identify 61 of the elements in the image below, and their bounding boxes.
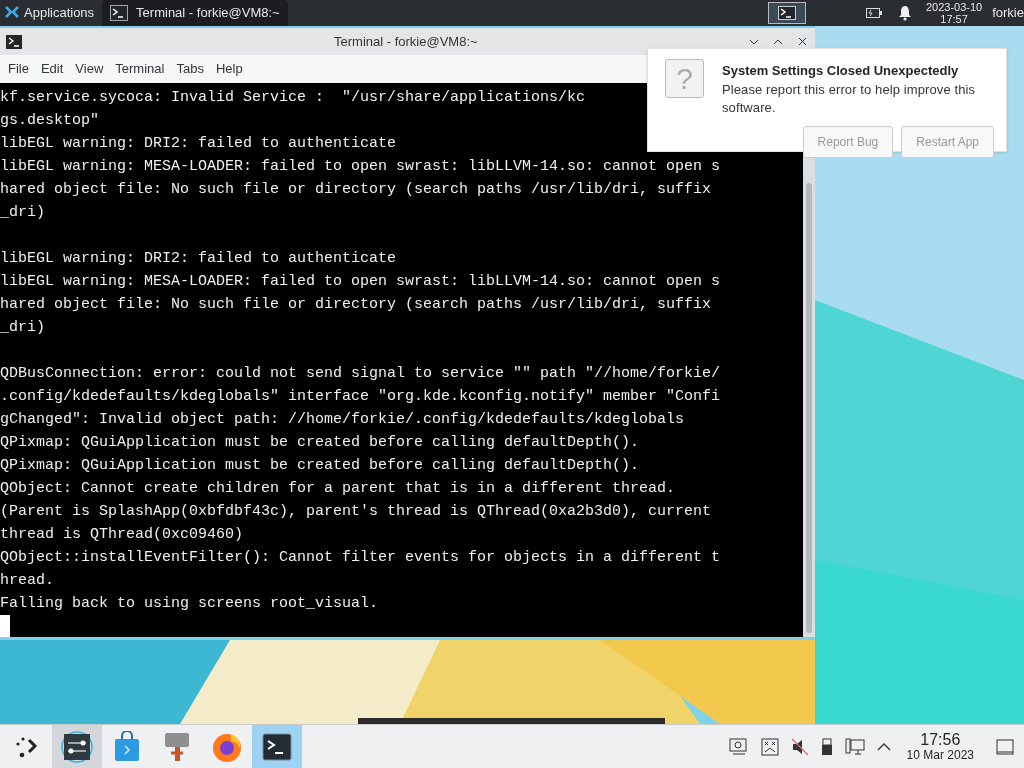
- menu-item[interactable]: Help: [209, 55, 249, 83]
- menu-item[interactable]: View: [69, 55, 110, 83]
- chevron-down-icon: [749, 38, 759, 45]
- terminal-line: Falling back to using screens root_visual.: [0, 594, 379, 614]
- hammer-icon: [164, 730, 190, 763]
- close-icon: [797, 37, 807, 46]
- terminal-icon: [6, 34, 22, 49]
- terminal-line: libEGL warning: MESA-LOADER: failed to open swrast: libLLVM-14.so: cannot open s: [0, 157, 721, 177]
- terminal-icon: [777, 6, 796, 20]
- question-icon: ?: [665, 59, 704, 98]
- menu-item[interactable]: Terminal: [109, 55, 171, 83]
- terminal-line: thread is QThread(0xc09460): [0, 525, 244, 545]
- terminal-line: gs.desktop": [0, 111, 100, 131]
- terminal-line: .config/kdedefaults/kdeglobals" interface "org.kde.kconfig.notify" member "Confi: [0, 387, 721, 407]
- menu-item[interactable]: Tabs: [170, 55, 210, 83]
- terminal-line: QDBusConnection: error: could not send signal to service "" path "//home/forkie/: [0, 364, 721, 384]
- chevron-up-icon[interactable]: [876, 741, 891, 752]
- muted-speaker-icon[interactable]: [790, 737, 809, 756]
- show-desktop-icon[interactable]: [996, 738, 1014, 755]
- task-button[interactable]: Terminal - forkie@VM8:~: [102, 0, 288, 26]
- usb-drive-icon[interactable]: [820, 737, 833, 756]
- terminal-line: hared object file: No such file or directory (search paths /usr/lib/dri, suffix: [0, 180, 712, 200]
- terminal-line: QPixmap: QGuiApplication must be created before calling defaultDepth().: [0, 433, 640, 453]
- notification-message: Please report this error to help improve this software.: [722, 80, 977, 117]
- terminal-line: libEGL warning: DRI2: failed to authenticate: [0, 249, 397, 269]
- terminal-line: _dri): [0, 203, 45, 223]
- menu-item[interactable]: Edit: [34, 55, 70, 83]
- taskbar-app-button[interactable]: [252, 725, 302, 768]
- battery-icon[interactable]: [865, 7, 882, 19]
- terminal-line: gChanged": Invalid object path: //home/forkie/.config/kdedefaults/kdeglobals: [0, 410, 685, 430]
- taskbar-app-button[interactable]: [52, 725, 102, 768]
- window-title: Terminal - forkie@VM8:~: [334, 32, 478, 51]
- user-name[interactable]: forkie: [992, 3, 1024, 23]
- terminal-line: QObject: Cannot create children for a parent that is in a different thread.: [0, 479, 676, 499]
- chevron-up-icon: [773, 38, 783, 45]
- settings-icon: [61, 730, 93, 763]
- terminal-line: kf.service.sycoca: Invalid Service : "/usr/share/applications/kc: [0, 88, 586, 108]
- terminal-line: hread.: [0, 571, 54, 591]
- terminal-line: (Parent is SplashApp(0xbfdbf43c), parent's thread is QThread(0xa2b3d0), current: [0, 502, 712, 522]
- notification-title: System Settings Closed Unexpectedly: [722, 62, 960, 80]
- bell-icon[interactable]: [897, 5, 912, 21]
- clock-date[interactable]: 10 Mar 2023: [906, 749, 974, 761]
- text-cursor: [0, 615, 10, 637]
- terminal-line: QObject::installEventFilter(): Cannot filter events for objects in a different t: [0, 548, 721, 568]
- bag-icon: [113, 730, 141, 763]
- network-icon[interactable]: [844, 737, 865, 756]
- clock-time[interactable]: 17:56: [920, 732, 961, 748]
- pager[interactable]: [767, 2, 806, 24]
- clock-date[interactable]: 2023-03-10: [925, 1, 983, 13]
- display-icon[interactable]: [728, 737, 749, 756]
- terminal-icon: [262, 732, 292, 761]
- terminal-line: _dri): [0, 318, 45, 338]
- terminal-line: QPixmap: QGuiApplication must be created before calling defaultDepth().: [0, 456, 640, 476]
- menu-item[interactable]: File: [2, 55, 35, 83]
- terminal-line: libEGL warning: MESA-LOADER: failed to open swrast: libLLVM-14.so: cannot open s: [0, 272, 721, 292]
- image-icon[interactable]: [760, 737, 779, 756]
- applications-menu[interactable]: Applications: [0, 0, 103, 26]
- clock-time[interactable]: 17:57: [940, 13, 968, 25]
- terminal-line: libEGL warning: DRI2: failed to authenticate: [0, 134, 397, 154]
- terminal-line: hared object file: No such file or directory (search paths /usr/lib/dri, suffix: [0, 295, 712, 315]
- terminal-icon: [110, 5, 129, 21]
